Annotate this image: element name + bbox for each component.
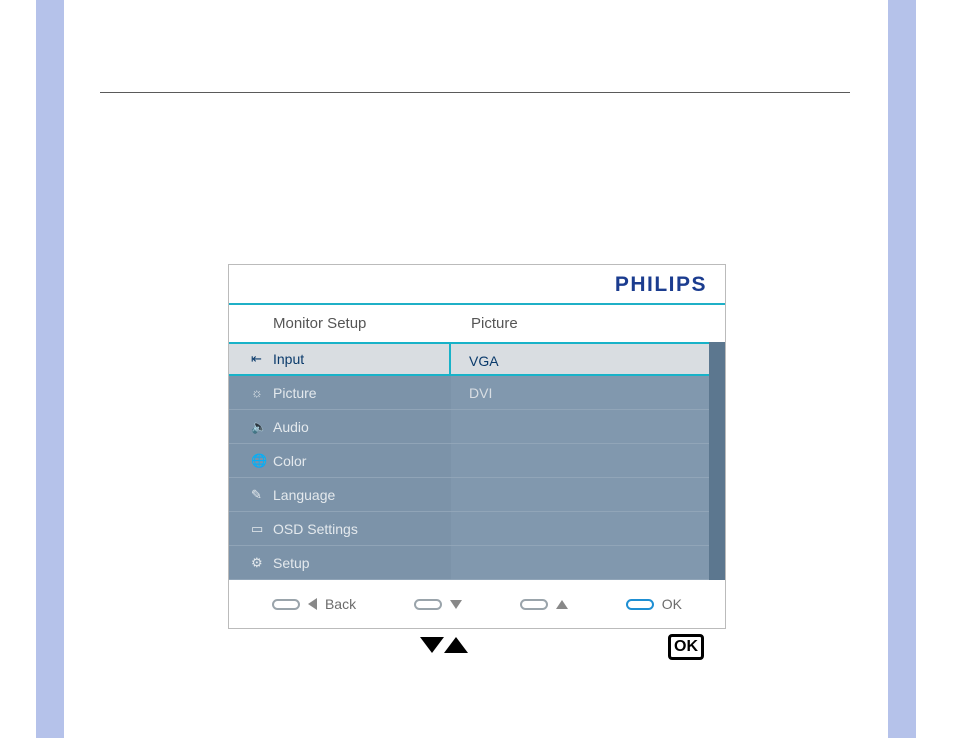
arrow-down-icon bbox=[420, 637, 444, 653]
sub-item-label: DVI bbox=[469, 385, 492, 401]
menu-item-color[interactable]: 🌐 Color bbox=[229, 444, 451, 478]
sub-item-dvi[interactable]: DVI bbox=[451, 376, 725, 410]
language-icon: ✎ bbox=[251, 478, 273, 512]
sub-item-empty bbox=[451, 410, 725, 444]
main-menu-column: ⇤ Input ☼ Picture 🔈 Audio 🌐 Color ✎ Lang… bbox=[229, 342, 451, 580]
speaker-icon: 🔈 bbox=[251, 410, 273, 444]
osd-footer: Back OK bbox=[229, 580, 725, 628]
page-side-right bbox=[888, 0, 916, 738]
sub-item-empty bbox=[451, 546, 725, 580]
menu-item-label: Color bbox=[273, 444, 306, 478]
arrow-down-icon bbox=[450, 600, 462, 609]
ok-box-icon: OK bbox=[668, 634, 704, 660]
up-button[interactable] bbox=[520, 599, 568, 610]
ok-button[interactable]: OK bbox=[626, 596, 682, 612]
globe-icon: 🌐 bbox=[251, 444, 273, 478]
back-label: Back bbox=[325, 596, 356, 612]
col-title-left: Monitor Setup bbox=[229, 315, 455, 332]
ok-label: OK bbox=[662, 596, 682, 612]
sub-item-label: VGA bbox=[469, 353, 499, 369]
sub-item-empty bbox=[451, 512, 725, 546]
right-edge-shade bbox=[709, 342, 725, 580]
menu-item-label: Language bbox=[273, 478, 335, 512]
osd-window: PHILIPS Monitor Setup Picture ⇤ Input ☼ … bbox=[228, 264, 726, 629]
sub-item-empty bbox=[451, 444, 725, 478]
sub-item-empty bbox=[451, 478, 725, 512]
page-side-left bbox=[36, 0, 64, 738]
horizontal-divider bbox=[100, 92, 850, 93]
arrow-up-icon bbox=[444, 637, 468, 653]
menu-item-label: Setup bbox=[273, 546, 310, 580]
oval-icon bbox=[626, 599, 654, 610]
osd-body: ⇤ Input ☼ Picture 🔈 Audio 🌐 Color ✎ Lang… bbox=[229, 342, 725, 580]
menu-item-language[interactable]: ✎ Language bbox=[229, 478, 451, 512]
menu-item-label: Input bbox=[273, 342, 304, 376]
brand-label: PHILIPS bbox=[229, 265, 725, 297]
menu-item-label: OSD Settings bbox=[273, 512, 358, 546]
menu-item-label: Audio bbox=[273, 410, 309, 444]
oval-icon bbox=[520, 599, 548, 610]
menu-item-setup[interactable]: ⚙ Setup bbox=[229, 546, 451, 580]
sub-item-vga[interactable]: VGA bbox=[451, 342, 725, 376]
back-button[interactable]: Back bbox=[272, 596, 356, 612]
oval-icon bbox=[414, 599, 442, 610]
updown-arrows-icon bbox=[420, 637, 468, 658]
gear-icon: ⚙ bbox=[251, 546, 273, 580]
col-title-right: Picture bbox=[455, 315, 725, 332]
osd-column-titles: Monitor Setup Picture bbox=[229, 305, 725, 342]
sub-menu-column: VGA DVI bbox=[451, 342, 725, 580]
menu-item-osd-settings[interactable]: ▭ OSD Settings bbox=[229, 512, 451, 546]
arrow-left-icon bbox=[308, 598, 317, 610]
menu-item-picture[interactable]: ☼ Picture bbox=[229, 376, 451, 410]
menu-item-input[interactable]: ⇤ Input bbox=[229, 342, 451, 376]
screen-icon: ▭ bbox=[251, 512, 273, 546]
down-button[interactable] bbox=[414, 599, 462, 610]
arrow-up-icon bbox=[556, 600, 568, 609]
sun-icon: ☼ bbox=[251, 376, 273, 410]
menu-item-label: Picture bbox=[273, 376, 317, 410]
menu-item-audio[interactable]: 🔈 Audio bbox=[229, 410, 451, 444]
instruction-icons: OK bbox=[420, 634, 704, 660]
input-icon: ⇤ bbox=[251, 342, 273, 376]
oval-icon bbox=[272, 599, 300, 610]
